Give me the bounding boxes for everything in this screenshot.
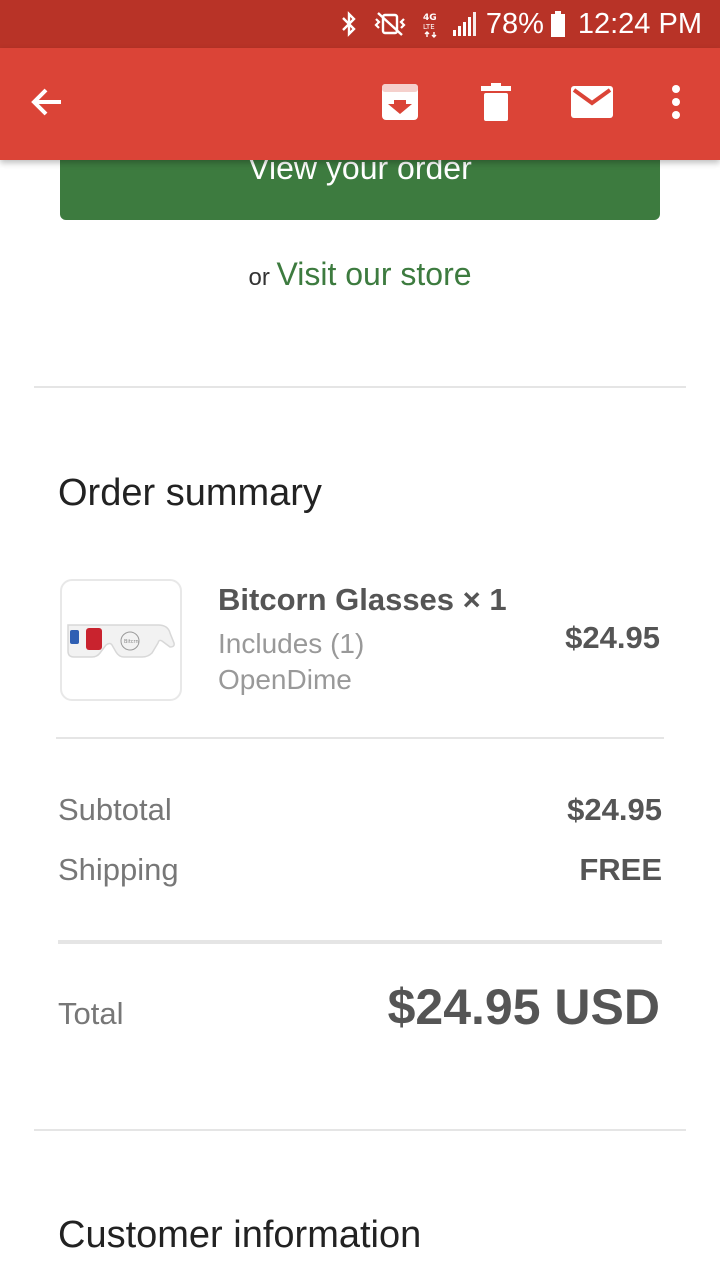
or-text: or	[248, 264, 270, 291]
visit-store-link[interactable]: Visit our store	[276, 256, 471, 292]
email-body: View your order or Visit our store Order…	[0, 160, 720, 1280]
battery-icon	[550, 10, 566, 38]
archive-button[interactable]	[364, 48, 436, 160]
total-label: Total	[58, 996, 124, 1031]
back-arrow-icon	[29, 84, 65, 125]
back-button[interactable]	[11, 48, 83, 160]
status-bar: 4G LTE 78% 12:24 PM	[0, 0, 720, 48]
4g-lte-icon: 4G LTE	[422, 10, 440, 38]
signal-icon	[452, 11, 478, 37]
view-order-label: View your order	[248, 160, 472, 186]
delete-icon	[481, 82, 511, 126]
svg-text:LTE: LTE	[423, 23, 435, 31]
mark-unread-icon	[571, 85, 613, 123]
shipping-label: Shipping	[58, 852, 179, 887]
item-includes-line2: OpenDime	[218, 664, 352, 695]
visit-store-row: or Visit our store	[0, 256, 720, 293]
item-name: Bitcorn Glasses × 1	[218, 582, 507, 617]
battery-percent: 78%	[485, 7, 544, 40]
product-thumbnail: Bitcrn	[60, 579, 182, 701]
svg-text:Bitcrn: Bitcrn	[124, 639, 139, 645]
delete-button[interactable]	[460, 48, 532, 160]
view-order-button[interactable]: View your order	[60, 160, 660, 220]
more-options-button[interactable]	[640, 48, 712, 160]
section-divider	[34, 386, 686, 388]
customer-information-title: Customer information	[58, 1214, 422, 1256]
shipping-value: FREE	[579, 852, 662, 887]
item-price: $24.95	[565, 620, 660, 655]
item-includes-line1: Includes (1)	[218, 628, 365, 659]
section-divider	[34, 1129, 686, 1131]
bluetooth-icon	[340, 11, 358, 37]
total-divider	[58, 940, 662, 944]
total-value: $24.95 USD	[387, 979, 660, 1035]
svg-text:4G: 4G	[423, 13, 437, 23]
subtotal-value: $24.95	[567, 792, 662, 827]
mark-unread-button[interactable]	[556, 48, 628, 160]
archive-icon	[381, 83, 419, 126]
item-divider	[56, 737, 664, 739]
app-bar	[0, 48, 720, 160]
subtotal-label: Subtotal	[58, 792, 172, 827]
clock: 12:24 PM	[577, 7, 702, 40]
mute-vibrate-icon	[370, 11, 410, 37]
more-options-icon	[671, 84, 681, 124]
order-summary-title: Order summary	[58, 472, 322, 514]
